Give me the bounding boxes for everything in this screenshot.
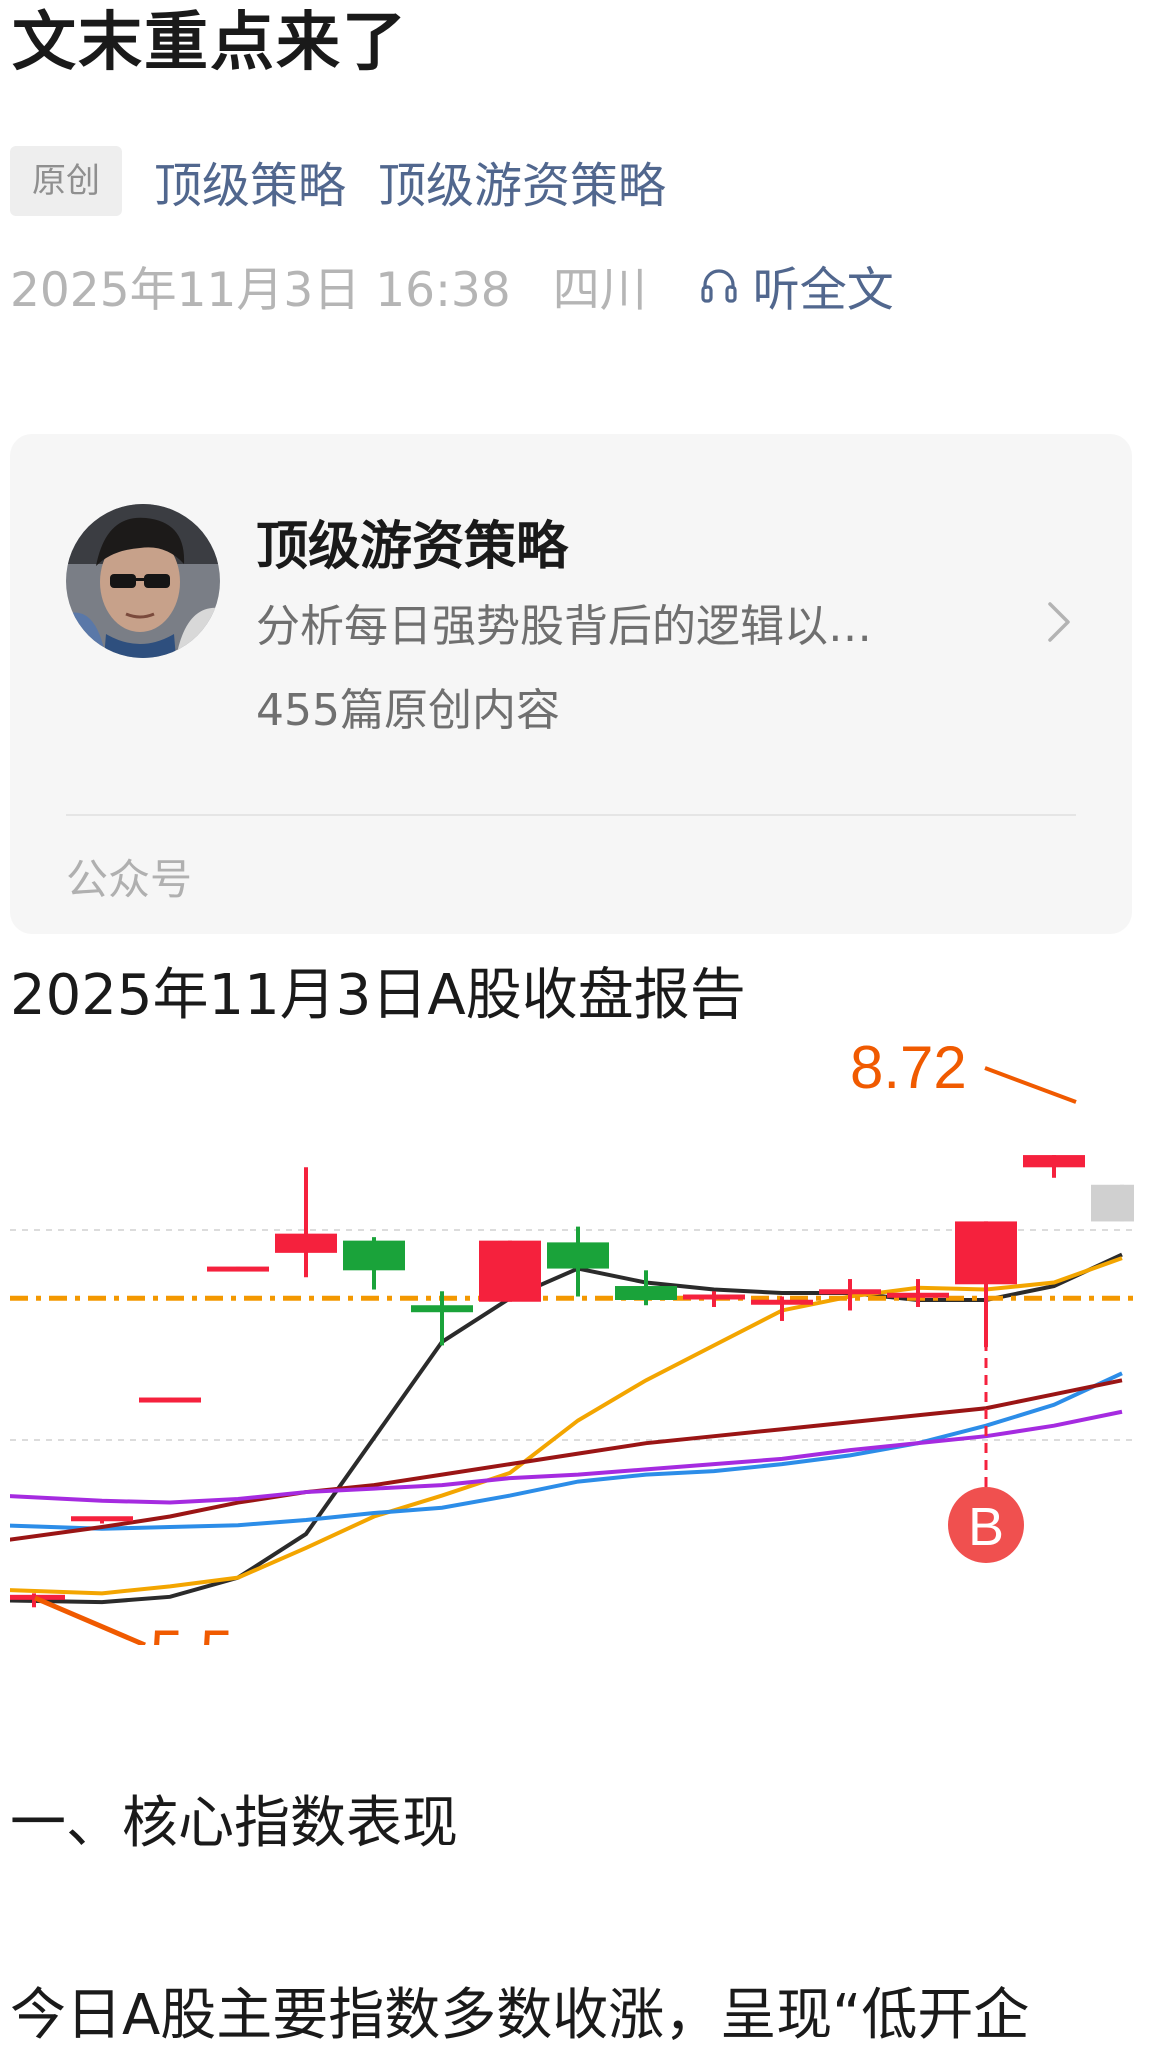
- candle-body: [207, 1266, 269, 1272]
- candle-body: [751, 1299, 813, 1305]
- paragraph-text: 今日A股主要指数多数收涨，呈现“低开企: [10, 1983, 1030, 2048]
- candle-body: [411, 1305, 473, 1313]
- account-description: 分析每日强势股背后的逻辑以…: [256, 601, 872, 652]
- account-article-count: 455篇原创内容: [256, 685, 560, 736]
- original-badge: 原创: [10, 146, 122, 216]
- avatar[interactable]: [66, 504, 220, 658]
- publish-date: 2025年11月3日 16:38: [10, 262, 511, 318]
- person-with-sunglasses-photo: [66, 504, 220, 658]
- candle-body: [343, 1240, 405, 1271]
- tag-link-2[interactable]: 顶级游资策略: [378, 146, 666, 216]
- listen-label: 听全文: [752, 262, 894, 318]
- headphones-icon: [701, 269, 737, 303]
- chevron-right-icon[interactable]: [1046, 600, 1072, 644]
- publish-location: 四川: [552, 262, 647, 318]
- candle-body: [1091, 1184, 1134, 1222]
- candle-body: [139, 1397, 201, 1403]
- candle-body: [479, 1240, 541, 1302]
- candle-body: [887, 1292, 949, 1298]
- high-price-label: 8.72: [850, 1040, 967, 1101]
- tag-link-1[interactable]: 顶级策略: [154, 146, 346, 216]
- high-price-pointer: [984, 1066, 1077, 1104]
- candle-body: [955, 1221, 1017, 1285]
- article-meta-row: 原创 顶级策略 顶级游资策略: [10, 146, 666, 216]
- candle-body: [275, 1233, 337, 1253]
- low-price-pointer: [34, 1595, 146, 1645]
- article-title: 文末重点来了: [12, 6, 408, 80]
- account-type-label: 公众号: [66, 855, 193, 904]
- low-price-label: 5.5: [150, 1618, 233, 1645]
- buy-marker-label: B: [968, 1497, 1004, 1557]
- candle-body: [615, 1286, 677, 1300]
- candle-body: [547, 1242, 609, 1269]
- candlestick-chart: 8.72 5.5 B: [10, 1040, 1134, 1645]
- card-divider: [66, 814, 1076, 816]
- candle-body: [71, 1516, 133, 1522]
- account-name: 顶级游资策略: [256, 517, 569, 577]
- candle-body: [683, 1294, 745, 1300]
- report-title: 2025年11月3日A股收盘报告: [10, 963, 746, 1028]
- section-heading: 一、核心指数表现: [10, 1791, 458, 1856]
- account-card[interactable]: 顶级游资策略 分析每日强势股背后的逻辑以… 455篇原创内容 公众号: [10, 434, 1132, 934]
- listen-button[interactable]: 听全文: [699, 251, 894, 320]
- candle-body: [1023, 1155, 1085, 1168]
- candle-body: [819, 1289, 881, 1295]
- publish-info-row: 2025年11月3日 16:38 四川 听全文: [10, 250, 894, 320]
